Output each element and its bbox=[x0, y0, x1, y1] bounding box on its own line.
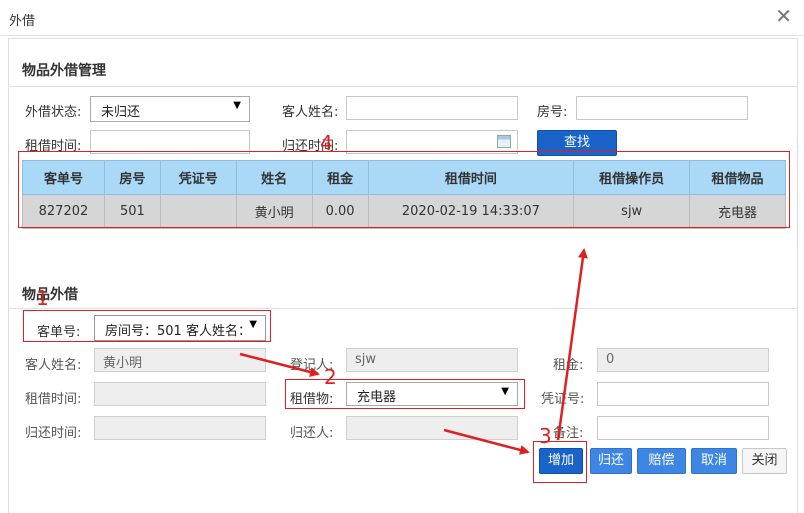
dialog-titlebar: 外借 ✕ bbox=[0, 0, 804, 36]
item-value: 充电器 bbox=[357, 390, 397, 405]
table-cell: 501 bbox=[103, 194, 161, 229]
annotation-number: 3 bbox=[539, 424, 552, 448]
deposit-label: 租金: bbox=[553, 358, 584, 373]
close-button[interactable]: 关闭 bbox=[742, 448, 787, 474]
cancel-button[interactable]: 取消 bbox=[691, 448, 737, 474]
col-header[interactable]: 房号 bbox=[103, 160, 161, 195]
lend-rent-time-label: 租借时间: bbox=[25, 392, 82, 407]
returner-label: 归还人: bbox=[290, 426, 334, 441]
divider bbox=[8, 308, 798, 309]
search-button[interactable]: 查找 bbox=[537, 130, 617, 156]
annotation-number: 4 bbox=[320, 131, 333, 155]
col-header[interactable]: 客单号 bbox=[22, 160, 105, 195]
status-label: 外借状态: bbox=[25, 105, 82, 120]
status-value: 未归还 bbox=[101, 105, 141, 120]
table-cell: 0.00 bbox=[311, 194, 369, 229]
col-header[interactable]: 租借时间 bbox=[367, 160, 575, 195]
divider bbox=[8, 86, 798, 87]
lend-table: 客单号 房号 凭证号 姓名 租金 租借时间 租借操作员 租借物品 827202 … bbox=[22, 160, 786, 229]
lend-guest-label: 客人姓名: bbox=[25, 358, 82, 373]
room-input[interactable] bbox=[576, 96, 748, 120]
col-header[interactable]: 凭证号 bbox=[159, 160, 237, 195]
table-header-row: 客单号 房号 凭证号 姓名 租金 租借时间 租借操作员 租借物品 bbox=[22, 160, 786, 195]
table-cell: 黄小明 bbox=[235, 194, 313, 229]
table-cell: 827202 bbox=[22, 194, 105, 229]
table-cell bbox=[159, 194, 237, 229]
col-header[interactable]: 租借物品 bbox=[689, 160, 786, 195]
chevron-down-icon: ▼ bbox=[233, 100, 241, 111]
deposit-field: 0 bbox=[597, 348, 769, 372]
guest-name-input[interactable] bbox=[346, 96, 518, 120]
return-time-input[interactable] bbox=[346, 130, 518, 154]
table-cell: sjw bbox=[573, 194, 691, 229]
chevron-down-icon: ▼ bbox=[501, 386, 509, 397]
lend-rent-time-field bbox=[94, 382, 266, 406]
lend-return-time-field bbox=[94, 416, 266, 440]
table-cell: 充电器 bbox=[689, 194, 786, 229]
room-label: 房号: bbox=[537, 105, 568, 120]
voucher-label: 凭证号: bbox=[541, 392, 585, 407]
table-cell: 2020-02-19 14:33:07 bbox=[367, 194, 575, 229]
returner-field bbox=[346, 416, 518, 440]
chevron-down-icon: ▼ bbox=[249, 319, 257, 330]
voucher-input[interactable] bbox=[597, 382, 769, 406]
table-row[interactable]: 827202 501 黄小明 0.00 2020-02-19 14:33:07 … bbox=[22, 194, 786, 229]
lend-return-time-label: 归还时间: bbox=[25, 426, 82, 441]
item-select[interactable]: 充电器 ▼ bbox=[346, 382, 518, 406]
rent-time-label: 租借时间: bbox=[25, 139, 82, 154]
col-header[interactable]: 租借操作员 bbox=[573, 160, 691, 195]
order-select[interactable]: 房间号：501 客人姓名： ▼ bbox=[94, 315, 266, 341]
lend-guest-field: 黄小明 bbox=[94, 348, 266, 372]
calendar-icon[interactable] bbox=[497, 135, 511, 148]
guest-name-label: 客人姓名: bbox=[282, 105, 339, 120]
close-icon[interactable]: ✕ bbox=[775, 6, 792, 26]
return-button[interactable]: 归还 bbox=[590, 448, 632, 474]
order-value: 房间号：501 客人姓名： bbox=[105, 324, 251, 339]
remark-input[interactable] bbox=[597, 416, 769, 440]
compensate-button[interactable]: 赔偿 bbox=[637, 448, 686, 474]
dialog-title: 外借 bbox=[9, 14, 36, 29]
col-header[interactable]: 姓名 bbox=[235, 160, 313, 195]
item-label: 租借物: bbox=[290, 392, 334, 407]
mgmt-section-title: 物品外借管理 bbox=[22, 63, 106, 79]
rent-time-input[interactable] bbox=[90, 130, 250, 154]
add-button[interactable]: 增加 bbox=[539, 448, 583, 474]
lend-section-title: 物品外借 bbox=[22, 287, 78, 303]
annotation-number: 1 bbox=[36, 286, 49, 310]
remark-label: 备注: bbox=[553, 426, 584, 441]
registrar-field: sjw bbox=[346, 348, 518, 372]
annotation-number: 2 bbox=[324, 365, 337, 389]
order-label: 客单号: bbox=[37, 325, 81, 340]
status-select[interactable]: 未归还 ▼ bbox=[90, 96, 250, 122]
col-header[interactable]: 租金 bbox=[311, 160, 369, 195]
